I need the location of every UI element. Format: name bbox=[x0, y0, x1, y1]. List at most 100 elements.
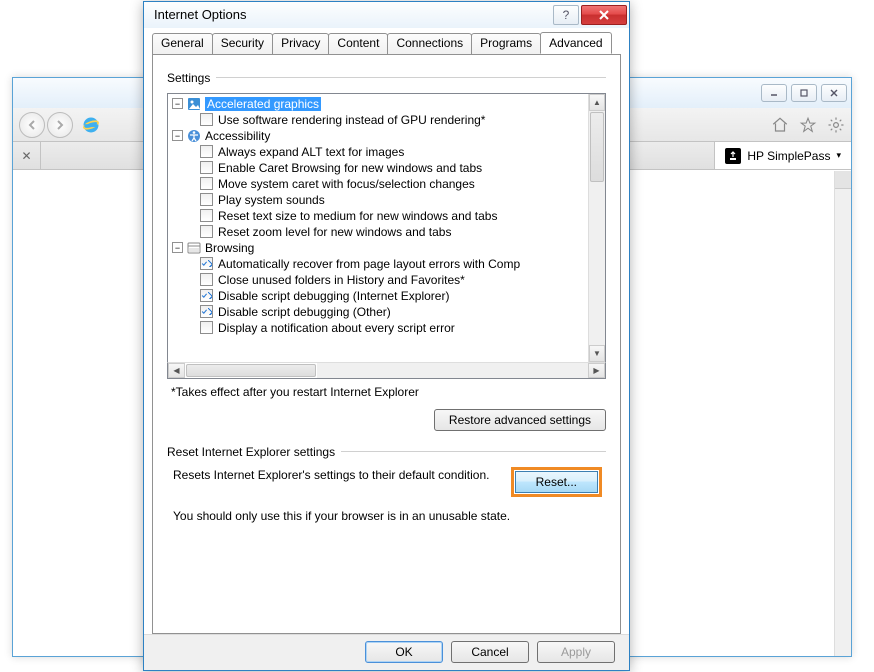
reset-groupbox: Reset Internet Explorer settings Resets … bbox=[167, 445, 606, 523]
item-label: Enable Caret Browsing for new windows an… bbox=[218, 161, 482, 175]
collapse-icon[interactable]: − bbox=[172, 242, 183, 253]
tree-section[interactable]: − Browsing bbox=[172, 240, 588, 256]
checkbox[interactable] bbox=[200, 289, 213, 302]
checkbox[interactable] bbox=[200, 225, 213, 238]
vertical-scrollbar[interactable]: ▲ ▼ bbox=[588, 94, 605, 362]
checkbox[interactable] bbox=[200, 193, 213, 206]
tree-section[interactable]: − Accessibility bbox=[172, 128, 588, 144]
tab-connections[interactable]: Connections bbox=[387, 33, 472, 55]
tab-content[interactable]: Content bbox=[328, 33, 388, 55]
simplepass-label: HP SimplePass bbox=[747, 149, 830, 163]
restart-note: *Takes effect after you restart Internet… bbox=[171, 385, 606, 399]
scroll-thumb[interactable] bbox=[590, 112, 604, 182]
dialog-footer: OK Cancel Apply bbox=[144, 634, 629, 670]
tab-general[interactable]: General bbox=[152, 33, 213, 55]
item-label: Automatically recover from page layout e… bbox=[218, 257, 520, 271]
ok-button[interactable]: OK bbox=[365, 641, 443, 663]
checkbox[interactable] bbox=[200, 321, 213, 334]
apply-button[interactable]: Apply bbox=[537, 641, 615, 663]
item-label: Close unused folders in History and Favo… bbox=[218, 273, 465, 287]
checkbox[interactable] bbox=[200, 113, 213, 126]
collapse-icon[interactable]: − bbox=[172, 98, 183, 109]
gear-icon[interactable] bbox=[827, 116, 845, 134]
scroll-left-button[interactable]: ◀ bbox=[168, 363, 185, 378]
tab-privacy[interactable]: Privacy bbox=[272, 33, 329, 55]
help-button[interactable]: ? bbox=[553, 5, 579, 25]
item-label: Disable script debugging (Internet Explo… bbox=[218, 289, 449, 303]
home-icon[interactable] bbox=[771, 116, 789, 134]
maximize-button[interactable] bbox=[791, 84, 817, 102]
checkbox[interactable] bbox=[200, 161, 213, 174]
tree-item[interactable]: Automatically recover from page layout e… bbox=[172, 256, 588, 272]
item-label: Reset zoom level for new windows and tab… bbox=[218, 225, 451, 239]
tree-item[interactable]: Reset zoom level for new windows and tab… bbox=[172, 224, 588, 240]
hscroll-thumb[interactable] bbox=[186, 364, 316, 377]
section-label: Accessibility bbox=[205, 129, 270, 143]
tree-item[interactable]: Enable Caret Browsing for new windows an… bbox=[172, 160, 588, 176]
restore-advanced-button[interactable]: Restore advanced settings bbox=[434, 409, 606, 431]
section-label: Accelerated graphics bbox=[205, 97, 321, 111]
tree-item[interactable]: Disable script debugging (Other) bbox=[172, 304, 588, 320]
tab-advanced[interactable]: Advanced bbox=[540, 32, 611, 54]
close-button[interactable] bbox=[821, 84, 847, 102]
divider bbox=[216, 77, 606, 78]
tree-item[interactable]: Use software rendering instead of GPU re… bbox=[172, 112, 588, 128]
item-label: Use software rendering instead of GPU re… bbox=[218, 113, 485, 127]
dialog-titlebar: Internet Options ? bbox=[144, 2, 629, 28]
item-label: Move system caret with focus/selection c… bbox=[218, 177, 475, 191]
back-button[interactable] bbox=[19, 112, 45, 138]
item-label: Display a notification about every scrip… bbox=[218, 321, 455, 335]
scroll-right-button[interactable]: ▶ bbox=[588, 363, 605, 378]
simplepass-toolbar[interactable]: HP SimplePass ▾ bbox=[714, 142, 851, 169]
tree-item[interactable]: Play system sounds bbox=[172, 192, 588, 208]
reset-group-label: Reset Internet Explorer settings bbox=[167, 445, 335, 459]
new-tab-button[interactable]: ✕ bbox=[13, 142, 41, 169]
section-label: Browsing bbox=[205, 241, 254, 255]
dialog-close-button[interactable] bbox=[581, 5, 627, 25]
item-label: Disable script debugging (Other) bbox=[218, 305, 391, 319]
collapse-icon[interactable]: − bbox=[172, 130, 183, 141]
reset-button-highlight: Reset... bbox=[511, 467, 602, 497]
tree-item[interactable]: Move system caret with focus/selection c… bbox=[172, 176, 588, 192]
item-label: Always expand ALT text for images bbox=[218, 145, 404, 159]
checkbox[interactable] bbox=[200, 145, 213, 158]
tab-programs[interactable]: Programs bbox=[471, 33, 541, 55]
checkbox[interactable] bbox=[200, 257, 213, 270]
settings-tree: − Accelerated graphics Use software render… bbox=[167, 93, 606, 363]
tab-panel-advanced: Settings − Accelerated graphics Use softwa… bbox=[152, 54, 621, 634]
tab-security[interactable]: Security bbox=[212, 33, 273, 55]
cancel-button[interactable]: Cancel bbox=[451, 641, 529, 663]
internet-options-dialog: Internet Options ? General Security Priv… bbox=[143, 1, 630, 671]
ie-logo-icon bbox=[81, 115, 101, 135]
reset-description: Resets Internet Explorer's settings to t… bbox=[173, 467, 501, 483]
chevron-down-icon: ▾ bbox=[836, 150, 841, 161]
tree-item[interactable]: Always expand ALT text for images bbox=[172, 144, 588, 160]
reset-warning: You should only use this if your browser… bbox=[167, 509, 606, 523]
dialog-title: Internet Options bbox=[154, 7, 247, 22]
tree-item[interactable]: Reset text size to medium for new window… bbox=[172, 208, 588, 224]
checkbox[interactable] bbox=[200, 273, 213, 286]
forward-button[interactable] bbox=[47, 112, 73, 138]
simplepass-icon bbox=[725, 148, 741, 164]
tree-item[interactable]: Display a notification about every scrip… bbox=[172, 320, 588, 336]
divider bbox=[341, 451, 606, 452]
scroll-down-button[interactable]: ▼ bbox=[589, 345, 605, 362]
tree-section[interactable]: − Accelerated graphics bbox=[172, 96, 588, 112]
tree-item[interactable]: Disable script debugging (Internet Explo… bbox=[172, 288, 588, 304]
dialog-tabstrip: General Security Privacy Content Connect… bbox=[152, 32, 621, 54]
reset-button[interactable]: Reset... bbox=[515, 471, 598, 493]
tree-item[interactable]: Close unused folders in History and Favo… bbox=[172, 272, 588, 288]
favorites-icon[interactable] bbox=[799, 116, 817, 134]
checkbox[interactable] bbox=[200, 177, 213, 190]
horizontal-scrollbar[interactable]: ◀ ▶ bbox=[167, 362, 606, 379]
settings-group-label: Settings bbox=[167, 71, 210, 85]
item-label: Play system sounds bbox=[218, 193, 325, 207]
minimize-button[interactable] bbox=[761, 84, 787, 102]
scroll-up-button[interactable]: ▲ bbox=[589, 94, 605, 111]
settings-tree-inner[interactable]: − Accelerated graphics Use software render… bbox=[168, 94, 588, 362]
content-scrollbar[interactable] bbox=[834, 171, 851, 656]
checkbox[interactable] bbox=[200, 209, 213, 222]
checkbox[interactable] bbox=[200, 305, 213, 318]
settings-groupbox: Settings − Accelerated graphics Use softwa… bbox=[167, 71, 606, 431]
item-label: Reset text size to medium for new window… bbox=[218, 209, 497, 223]
